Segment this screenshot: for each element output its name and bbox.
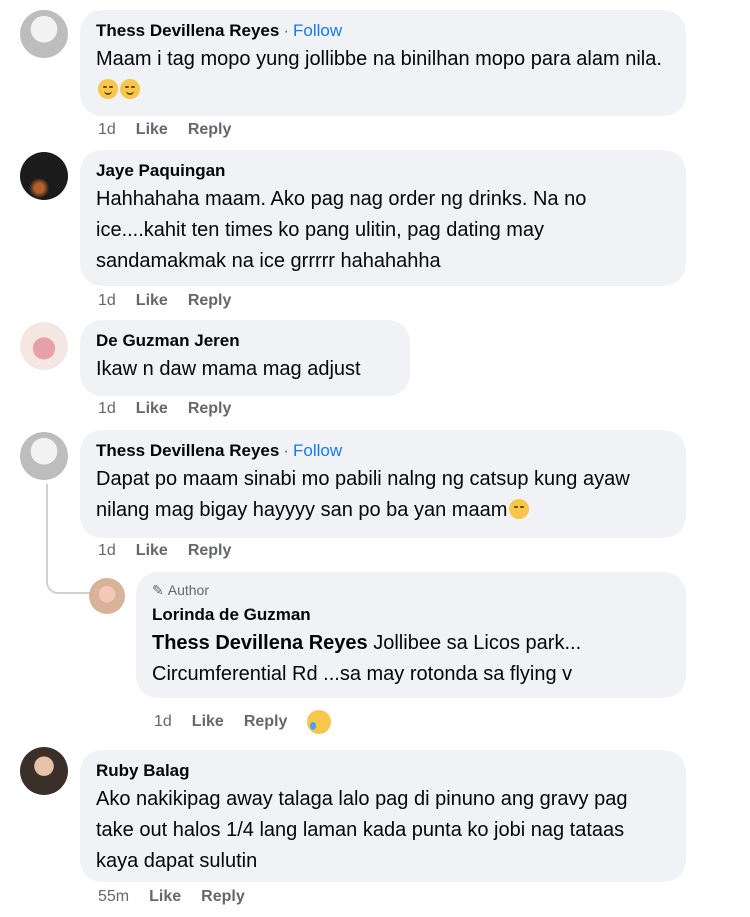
- reply-button[interactable]: Reply: [188, 292, 232, 310]
- comment-time[interactable]: 1d: [154, 713, 172, 731]
- avatar[interactable]: [20, 10, 68, 58]
- comment-text: Ikaw n daw mama mag adjust: [96, 358, 361, 380]
- comment-author: Thess Devillena Reyes · Follow: [96, 20, 670, 42]
- sad-emoji-icon: [509, 499, 530, 519]
- avatar[interactable]: [20, 322, 68, 370]
- comment-actions: 1d Like Reply: [98, 292, 231, 310]
- tagged-user[interactable]: Thess Devillena Reyes: [152, 632, 368, 654]
- comment-body: Dapat po maam sinabi mo pabili nalng ng …: [96, 468, 630, 521]
- like-button[interactable]: Like: [192, 713, 224, 731]
- comment-bubble: De Guzman Jeren Ikaw n daw mama mag adju…: [80, 320, 410, 396]
- author-name[interactable]: Lorinda de Guzman: [152, 605, 311, 624]
- reply-button[interactable]: Reply: [188, 542, 232, 560]
- like-button[interactable]: Like: [136, 121, 168, 139]
- like-button[interactable]: Like: [136, 400, 168, 418]
- reply-thread-connector: [46, 484, 90, 594]
- author-name[interactable]: De Guzman Jeren: [96, 331, 240, 350]
- comment-bubble: Ruby Balag Ako nakikipag away talaga lal…: [80, 750, 686, 882]
- comment-body: Maam i tag mopo yung jollibbe na binilha…: [96, 48, 662, 70]
- comment-text: Ako nakikipag away talaga lalo pag di pi…: [96, 788, 628, 872]
- sad-reaction-icon[interactable]: [307, 710, 332, 734]
- author-name[interactable]: Jaye Paquingan: [96, 161, 225, 180]
- reply-bubble: ✎ Author Lorinda de Guzman Thess Deville…: [136, 572, 686, 698]
- smile-emoji-icon: [98, 79, 118, 99]
- comment-author: De Guzman Jeren: [96, 330, 394, 352]
- avatar[interactable]: [20, 432, 68, 480]
- author-badge-label: Author: [167, 582, 209, 598]
- comment-text: Maam i tag mopo yung jollibbe na binilha…: [96, 44, 670, 106]
- comment-actions: 1d Like Reply: [154, 710, 332, 734]
- comment-author: Thess Devillena Reyes · Follow: [96, 440, 670, 462]
- comment-text: Hahhahaha maam. Ako pag nag order ng dri…: [96, 188, 587, 272]
- author-name[interactable]: Thess Devillena Reyes: [96, 441, 279, 460]
- comment-text: Thess Devillena Reyes Jollibee sa Licos …: [152, 628, 670, 690]
- comment-time[interactable]: 1d: [98, 542, 116, 560]
- avatar[interactable]: [89, 578, 125, 614]
- comment-actions: 1d Like Reply: [98, 542, 231, 560]
- comment-actions: 55m Like Reply: [98, 888, 245, 906]
- comment-actions: 1d Like Reply: [98, 121, 231, 139]
- separator-dot: ·: [283, 441, 289, 460]
- reply-button[interactable]: Reply: [188, 121, 232, 139]
- follow-link[interactable]: Follow: [293, 21, 342, 40]
- comment-time[interactable]: 1d: [98, 121, 116, 139]
- reply-button[interactable]: Reply: [201, 888, 245, 906]
- pencil-icon: ✎: [152, 582, 164, 598]
- comment-author: Jaye Paquingan: [96, 160, 670, 182]
- comment-bubble: Thess Devillena Reyes · Follow Maam i tag …: [80, 10, 686, 116]
- comment-author: Ruby Balag: [96, 760, 670, 782]
- comment-time[interactable]: 1d: [98, 400, 116, 418]
- smile-emoji-icon: [120, 79, 140, 99]
- comment-time[interactable]: 55m: [98, 888, 129, 906]
- author-badge: ✎ Author: [152, 581, 670, 599]
- author-name[interactable]: Thess Devillena Reyes: [96, 21, 279, 40]
- comment-bubble: Jaye Paquingan Hahhahaha maam. Ako pag n…: [80, 150, 686, 286]
- comment-bubble: Thess Devillena Reyes · Follow Dapat po ma…: [80, 430, 686, 538]
- avatar[interactable]: [20, 747, 68, 795]
- comment-author: Lorinda de Guzman: [152, 604, 670, 626]
- like-button[interactable]: Like: [136, 542, 168, 560]
- comment-actions: 1d Like Reply: [98, 400, 231, 418]
- follow-link[interactable]: Follow: [293, 441, 342, 460]
- separator-dot: ·: [283, 21, 289, 40]
- avatar[interactable]: [20, 152, 68, 200]
- author-name[interactable]: Ruby Balag: [96, 761, 190, 780]
- like-button[interactable]: Like: [136, 292, 168, 310]
- comment-time[interactable]: 1d: [98, 292, 116, 310]
- comment-text: Dapat po maam sinabi mo pabili nalng ng …: [96, 464, 670, 526]
- reply-button[interactable]: Reply: [188, 400, 232, 418]
- like-button[interactable]: Like: [149, 888, 181, 906]
- reply-button[interactable]: Reply: [244, 713, 288, 731]
